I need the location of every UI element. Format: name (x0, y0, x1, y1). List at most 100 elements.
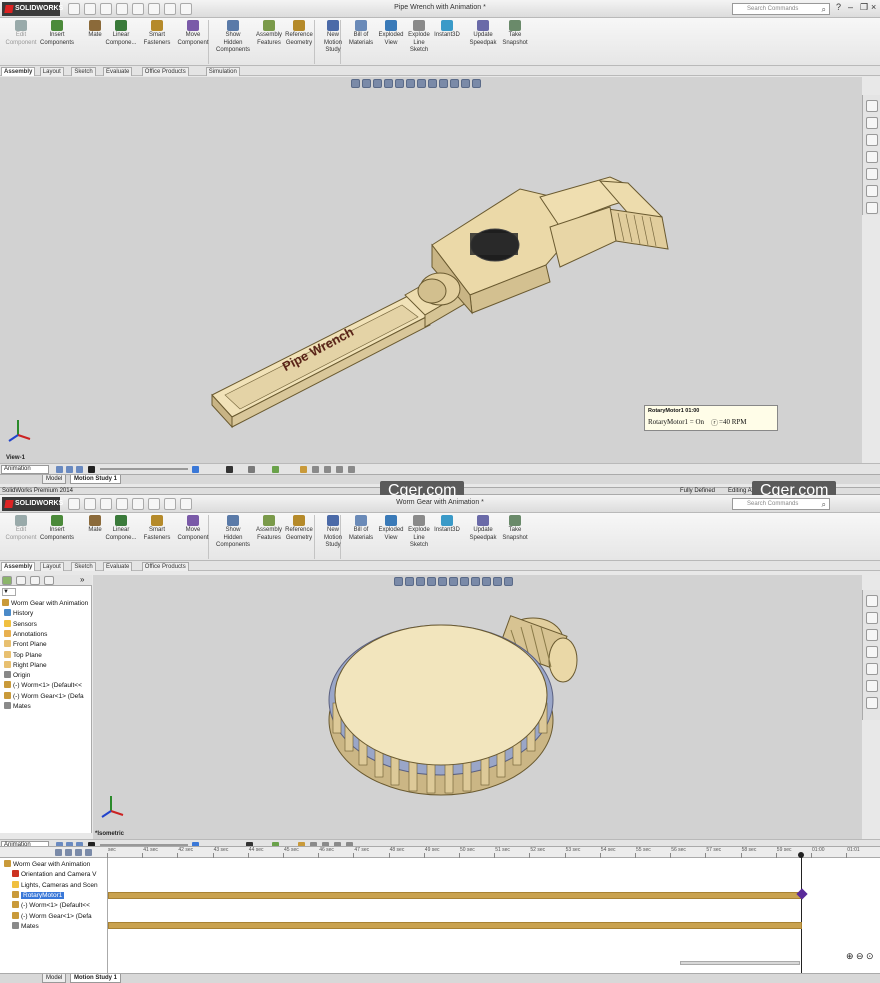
calculate-icon[interactable] (56, 466, 63, 473)
tree-node[interactable]: (-) Worm Gear<1> (Defa (4, 691, 84, 702)
ribbon-button-3[interactable]: Linear Compone... (104, 20, 138, 47)
time-ruler[interactable]: sec 41 sec 42 sec 43 sec 44 sec 45 sec 46 sec 4… (107, 847, 880, 858)
time-bar-handle[interactable] (798, 852, 804, 858)
timeline-tree-node[interactable]: Lights, Cameras and Scen (12, 880, 98, 891)
close-icon[interactable]: × (871, 2, 876, 12)
tab-assembly[interactable]: Assembly (1, 562, 36, 571)
timeline-tree-node[interactable]: (-) Worm Gear<1> (Defa (12, 911, 92, 922)
search-commands-input[interactable]: Search Commands ⌕ (732, 3, 830, 15)
mates-key-bar[interactable] (108, 922, 802, 929)
restore-icon[interactable]: ❐ (860, 2, 868, 13)
tab-evaluate[interactable]: Evaluate (103, 562, 133, 571)
zoom-in-icon[interactable]: ⊕ (846, 951, 854, 962)
feature-manager-tab-icon[interactable] (2, 576, 12, 585)
custom-properties-icon[interactable] (865, 185, 878, 197)
ribbon-button-1[interactable]: Insert Components (40, 20, 74, 47)
tree-node[interactable]: (-) Worm<1> (Default<< (4, 681, 82, 691)
results-icon[interactable] (348, 466, 355, 473)
ribbon-button-10[interactable]: Bill of Materials (344, 20, 378, 47)
design-library-icon[interactable] (865, 612, 878, 624)
time-bar[interactable] (801, 855, 802, 973)
motor-key-bar[interactable] (108, 892, 802, 899)
filter-icon[interactable]: ▼ (2, 588, 16, 596)
ribbon-button-7[interactable]: Assembly Features (252, 515, 286, 542)
ribbon-button-5[interactable]: Move Component (176, 20, 210, 47)
ribbon-button-8[interactable]: Reference Geometry (282, 515, 316, 542)
ribbon-button-4[interactable]: Smart Fasteners (140, 515, 174, 542)
tree-node[interactable]: History (4, 609, 33, 619)
animation-wizard-icon[interactable] (248, 466, 255, 473)
help-icon[interactable]: ? (836, 2, 841, 12)
ribbon-button-7[interactable]: Assembly Features (252, 20, 286, 47)
view-palette-icon[interactable] (865, 151, 878, 163)
timeline-tree-node[interactable]: Worm Gear with Animation (4, 860, 90, 870)
expand-icon[interactable]: » (80, 575, 84, 584)
forum-icon[interactable] (865, 202, 878, 214)
ribbon-button-15[interactable]: Take Snapshot (498, 515, 532, 542)
ribbon-button-14[interactable]: Update Speedpak (466, 20, 500, 47)
forum-icon[interactable] (865, 697, 878, 709)
resources-icon[interactable] (865, 595, 878, 607)
tab-motion-study-1[interactable]: Motion Study 1 (70, 475, 121, 484)
play-icon[interactable] (76, 466, 83, 473)
graphics-area[interactable]: *Isometric (93, 575, 862, 845)
autokey-icon[interactable] (272, 466, 279, 473)
tab-assembly[interactable]: Assembly (1, 67, 36, 76)
ribbon-button-10[interactable]: Bill of Materials (344, 515, 378, 542)
tree-node[interactable]: Sensors (4, 619, 37, 630)
ribbon-button-14[interactable]: Update Speedpak (466, 515, 500, 542)
resources-icon[interactable] (865, 100, 878, 112)
tab-sketch[interactable]: Sketch (71, 67, 96, 76)
search-commands-input[interactable]: Search Commands ⌕ (732, 498, 830, 510)
ribbon-button-1[interactable]: Insert Components (40, 515, 74, 542)
tab-layout[interactable]: Layout (39, 67, 64, 76)
tab-sketch[interactable]: Sketch (71, 562, 96, 571)
play-from-start-icon[interactable] (66, 466, 73, 473)
view-palette-icon[interactable] (865, 646, 878, 658)
tab-layout[interactable]: Layout (39, 562, 64, 571)
timeline-tree-node[interactable]: Mates (12, 921, 39, 932)
save-animation-icon[interactable] (226, 466, 233, 473)
ribbon-button-3[interactable]: Linear Compone... (104, 515, 138, 542)
contact-icon[interactable] (324, 466, 331, 473)
tree-node[interactable]: Right Plane (4, 660, 47, 671)
appearances-icon[interactable] (865, 168, 878, 180)
property-manager-tab-icon[interactable] (16, 576, 26, 585)
ribbon-button-15[interactable]: Take Snapshot (498, 20, 532, 47)
design-library-icon[interactable] (865, 117, 878, 129)
tree-node[interactable]: Annotations (4, 629, 47, 640)
ribbon-button-0[interactable]: Edit Component (4, 20, 38, 47)
ribbon-button-6[interactable]: Show Hidden Components (216, 20, 250, 55)
ribbon-button-0[interactable]: Edit Component (4, 515, 38, 542)
timeline-scrollbar[interactable] (680, 961, 800, 965)
tab-motion-study-1[interactable]: Motion Study 1 (70, 974, 121, 983)
tree-node[interactable]: Mates (4, 702, 31, 712)
zoom-fit-icon[interactable]: ⊙ (866, 951, 874, 962)
ribbon-button-6[interactable]: Show Hidden Components (216, 515, 250, 550)
zoom-fit-time-icon[interactable] (75, 849, 82, 856)
tab-model[interactable]: Model (42, 475, 67, 484)
minimize-icon[interactable]: – (848, 2, 853, 12)
stop-icon[interactable] (88, 466, 95, 473)
tree-node[interactable]: Front Plane (4, 640, 47, 650)
tree-node[interactable]: Top Plane (4, 650, 42, 661)
gravity-icon[interactable] (336, 466, 343, 473)
timeline-tree-node[interactable]: (-) Worm<1> (Default<< (12, 901, 90, 911)
ribbon-button-8[interactable]: Reference Geometry (282, 20, 316, 47)
tree-node[interactable]: Origin (4, 671, 30, 681)
playback-speed-slider[interactable] (100, 468, 188, 470)
filter-time-icon[interactable] (85, 849, 92, 856)
timeline-tree-node[interactable]: RotaryMotor1 (12, 890, 65, 901)
playback-mode-icon[interactable] (192, 466, 199, 473)
ribbon-button-13[interactable]: Instant3D (430, 515, 464, 535)
tree-node[interactable]: Worm Gear with Animation (2, 599, 88, 609)
study-type-dropdown[interactable]: Animation (1, 465, 49, 474)
tab-office-products[interactable]: Office Products (141, 562, 189, 571)
zoom-in-time-icon[interactable] (65, 849, 72, 856)
timeline-tree-node[interactable]: Orientation and Camera V (12, 870, 97, 880)
custom-properties-icon[interactable] (865, 680, 878, 692)
tab-evaluate[interactable]: Evaluate (103, 67, 133, 76)
ribbon-button-13[interactable]: Instant3D (430, 20, 464, 40)
ribbon-button-5[interactable]: Move Component (176, 515, 210, 542)
file-explorer-icon[interactable] (865, 629, 878, 641)
